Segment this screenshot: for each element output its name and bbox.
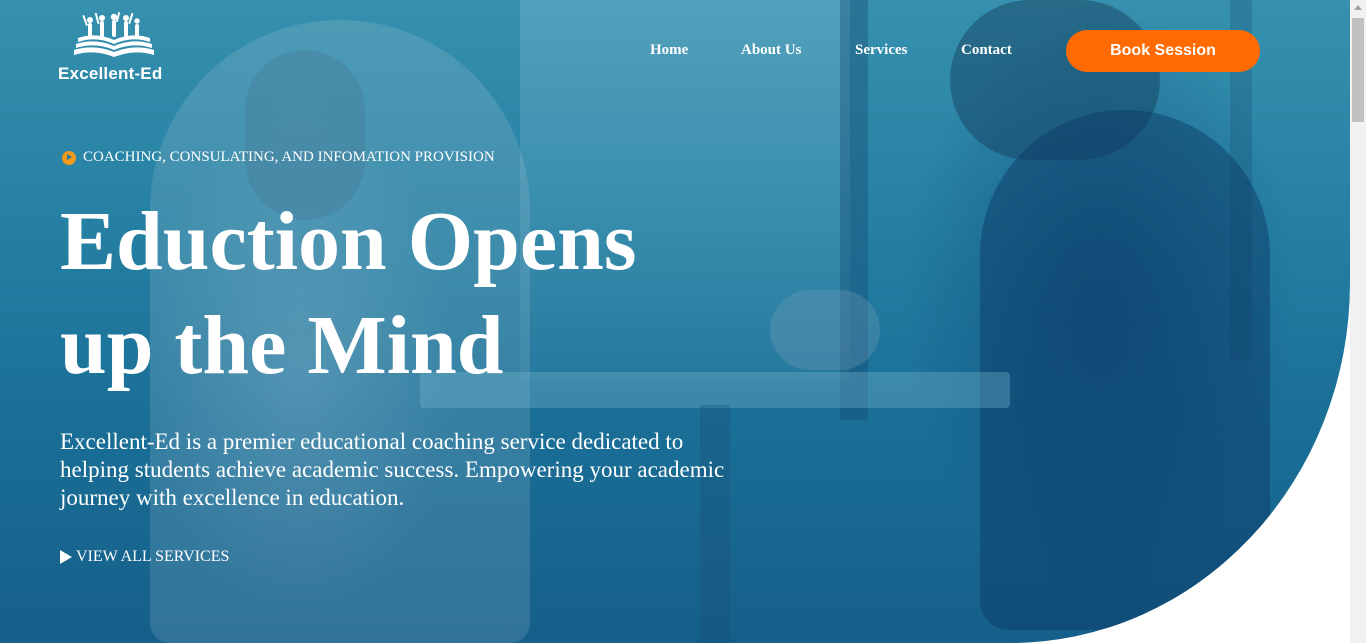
hero-headline-line-1: Eduction Opens — [60, 195, 637, 288]
hero-description: Excellent-Ed is a premier educational co… — [60, 429, 725, 510]
play-circle-icon — [62, 150, 76, 165]
brand-name: Excellent-Ed — [58, 64, 163, 83]
book-session-button[interactable]: Book Session — [1066, 30, 1260, 72]
hero-eyebrow: COACHING, CONSULATING, AND INFOMATION PR… — [62, 149, 495, 166]
hero-headline: Eduction Opens up the Mind — [60, 190, 760, 398]
page-scrollbar[interactable] — [1350, 0, 1366, 643]
scroll-up-arrow-icon[interactable] — [1354, 5, 1362, 10]
background-hands — [770, 290, 880, 370]
nav-home[interactable]: Home — [650, 42, 688, 59]
hero-eyebrow-text: COACHING, CONSULATING, AND INFOMATION PR… — [83, 149, 495, 165]
hero-section: Excellent-Ed Home About Us Services Cont… — [0, 0, 1350, 643]
view-all-services-link[interactable]: VIEW ALL SERVICES — [60, 548, 229, 566]
nav-contact[interactable]: Contact — [961, 42, 1012, 59]
scrollbar-thumb[interactable] — [1352, 18, 1364, 122]
students-on-book-icon — [74, 12, 154, 57]
play-icon — [60, 550, 72, 564]
nav-services[interactable]: Services — [855, 42, 907, 59]
view-all-services-label: VIEW ALL SERVICES — [76, 548, 230, 565]
hero-headline-line-2: up the Mind — [60, 299, 504, 392]
nav-about-us[interactable]: About Us — [741, 42, 801, 59]
background-person-right — [980, 110, 1270, 630]
site-logo[interactable]: Excellent-Ed — [58, 12, 178, 86]
